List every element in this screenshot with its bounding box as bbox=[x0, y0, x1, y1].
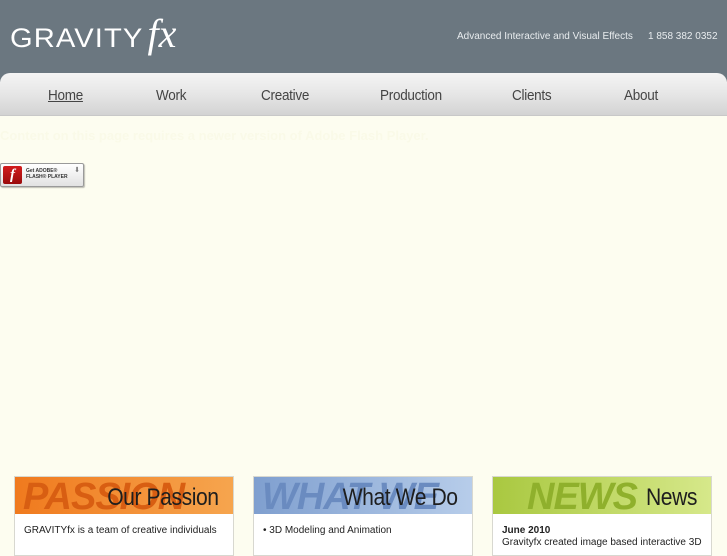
nav-home[interactable]: Home bbox=[48, 87, 83, 104]
flash-missing-message: Content on this page requires a newer ve… bbox=[0, 128, 429, 143]
panel-news: NEWS News June 2010 Gravityfx created im… bbox=[492, 476, 712, 556]
nav-production[interactable]: Production bbox=[380, 87, 442, 104]
flash-button-line2: FLASH® PLAYER bbox=[26, 174, 68, 180]
main-navigation: Home Work Creative Production Clients Ab… bbox=[0, 73, 727, 116]
news-date: June 2010 bbox=[502, 525, 551, 536]
panel-whatwedo-header: WHAT WE What We Do bbox=[254, 477, 472, 514]
news-text[interactable]: Gravityfx created image based interactiv… bbox=[502, 537, 703, 549]
nav-work[interactable]: Work bbox=[156, 87, 186, 104]
panel-whatwedo-body: • 3D Modeling and Animation bbox=[263, 525, 392, 536]
nav-about[interactable]: About bbox=[624, 87, 658, 104]
nav-creative[interactable]: Creative bbox=[261, 87, 309, 104]
flash-logo-icon: f bbox=[3, 166, 22, 184]
site-header: GRAVITY fx Advanced Interactive and Visu… bbox=[0, 0, 727, 82]
phone-number: 1 858 382 0352 bbox=[648, 31, 718, 42]
flash-button-label: Get ADOBE® FLASH® PLAYER bbox=[26, 168, 68, 180]
logo-fx-script: fx bbox=[147, 11, 177, 56]
panel-what-we-do: WHAT WE What We Do • 3D Modeling and Ani… bbox=[253, 476, 473, 556]
nav-clients[interactable]: Clients bbox=[512, 87, 552, 104]
panel-news-header: NEWS News bbox=[493, 477, 711, 514]
panel-whatwedo-title[interactable]: What We Do bbox=[343, 484, 458, 512]
panel-our-passion: PASSION Our Passion GRAVITYfx is a team … bbox=[14, 476, 234, 556]
download-arrow-icon: ⬇ bbox=[74, 167, 80, 174]
gravityfx-logo[interactable]: GRAVITY fx bbox=[10, 12, 176, 56]
get-flash-player-button[interactable]: f Get ADOBE® FLASH® PLAYER ⬇ bbox=[0, 163, 84, 187]
panel-news-body: June 2010 Gravityfx created image based … bbox=[493, 514, 711, 549]
panel-passion-body: GRAVITYfx is a team of creative individu… bbox=[24, 525, 217, 536]
panel-news-title[interactable]: News bbox=[646, 484, 697, 512]
panel-passion-title[interactable]: Our Passion bbox=[108, 484, 220, 512]
panel-news-watermark: NEWS bbox=[527, 477, 638, 514]
panel-passion-header: PASSION Our Passion bbox=[15, 477, 233, 514]
logo-wordmark: GRAVITY bbox=[10, 23, 144, 53]
tagline: Advanced Interactive and Visual Effects bbox=[457, 31, 633, 42]
